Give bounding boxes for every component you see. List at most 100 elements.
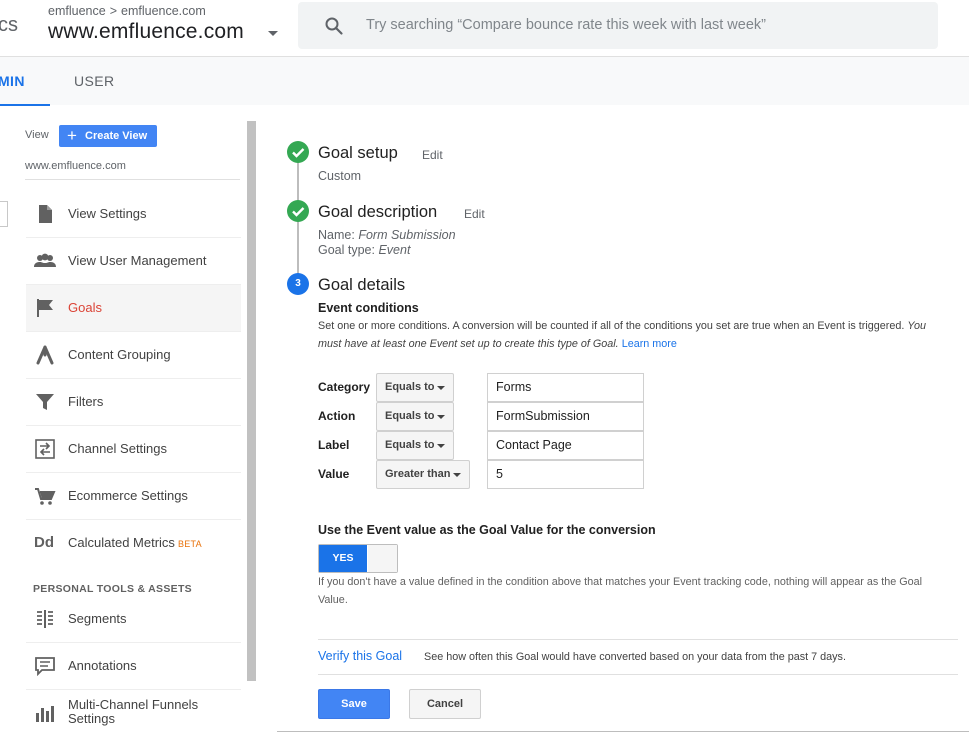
annotation-icon [35,657,55,676]
step-number-badge: 3 [287,273,309,295]
sidebar-item-label: Channel Settings [68,441,168,456]
learn-more-link[interactable]: Learn more [622,338,677,350]
step-connector [297,162,299,284]
sidebar-item-label: Content Grouping [68,347,171,362]
content-grouping-icon [36,345,54,365]
toggle-knob[interactable] [368,545,397,572]
caret-down-icon [453,473,461,477]
search-placeholder: Try searching “Compare bounce rate this … [366,17,766,33]
caret-down-icon [437,386,445,390]
sidebar-item-label-line1: Multi-Channel Funnels [68,697,199,712]
value-value-input[interactable]: 5 [487,460,644,489]
breadcrumb-property[interactable]: emfluence.com [121,4,206,18]
sidebar-item-filters[interactable]: Filters [26,379,241,426]
verify-goal-description: See how often this Goal would have conve… [424,651,846,663]
label-operator-value: Equals to [385,439,435,451]
sidebar-item-channel-settings[interactable]: Channel Settings [26,426,241,473]
goal-value-title: Use the Event value as the Goal Value fo… [318,523,656,537]
label-value-input[interactable]: Contact Page [487,431,644,460]
divider [25,179,240,180]
sidebar-item-label: Filters [68,394,104,409]
section-header-personal-tools: PERSONAL TOOLS & ASSETS [33,583,192,595]
step-title-goal-setup: Goal setup [318,144,398,162]
goal-setup-value: Custom [318,169,362,183]
beta-badge: BETA [177,539,202,549]
caret-down-icon [437,444,445,448]
view-selector-edge[interactable] [0,201,8,227]
sidebar-item-goals[interactable]: Goals [26,285,241,332]
property-selector[interactable]: www.emfluence.com [48,20,244,44]
bar-chart-icon [36,706,54,722]
edit-goal-description-link[interactable]: Edit [464,207,485,221]
app-name: cs [0,14,18,36]
sidebar-item-label: View Settings [68,206,147,221]
goal-name-label: Name: [318,228,355,242]
condition-label-category: Category [318,380,371,394]
goal-type-value: Event [378,243,411,257]
sidebar-scrollbar[interactable] [247,121,256,681]
category-operator-value: Equals to [385,381,435,393]
sidebar-item-text: Calculated Metrics [68,535,175,550]
breadcrumb-separator: > [109,4,117,18]
goal-type: Goal type: Event [318,243,410,257]
condition-label-label: Label [318,438,350,452]
divider [318,639,958,640]
condition-label-value: Value [318,467,350,481]
sidebar-item-view-settings[interactable]: View Settings [26,191,241,238]
value-operator-select[interactable]: Greater than [376,460,470,489]
dd-icon: Dd [34,534,54,551]
tab-user[interactable]: USER [74,57,115,106]
label-operator-select[interactable]: Equals to [376,431,454,460]
tab-admin[interactable]: MIN [0,57,50,106]
divider [318,674,958,675]
sidebar-item-label: Ecommerce Settings [68,488,188,503]
condition-label-action: Action [318,409,356,423]
goal-value-help-text: If you don't have a value defined in the… [318,576,923,606]
goal-name: Name: Form Submission [318,228,456,242]
value-operator-value: Greater than [385,468,451,480]
goal-value-toggle[interactable]: YES [318,544,398,573]
breadcrumb-account[interactable]: emfluence [48,4,106,18]
sidebar-item-view-user-management[interactable]: View User Management [26,238,241,285]
caret-down-icon[interactable] [268,31,278,36]
divider [277,731,969,732]
flag-icon [37,299,53,317]
event-conditions-description: Set one or more conditions. A conversion… [318,317,943,353]
search-bar[interactable]: Try searching “Compare bounce rate this … [298,2,938,49]
sidebar-item-annotations[interactable]: Annotations [26,643,241,690]
save-button[interactable]: Save [318,689,390,719]
view-label: View [25,129,49,141]
goal-name-value: Form Submission [358,228,456,242]
category-operator-select[interactable]: Equals to [376,373,454,402]
goal-type-label: Goal type: [318,243,375,257]
action-operator-select[interactable]: Equals to [376,402,454,431]
search-icon [325,17,343,35]
action-value-input[interactable]: FormSubmission [487,402,644,431]
step-complete-check [287,200,309,222]
channel-icon [35,439,55,459]
create-view-label: Create View [85,130,148,142]
top-header: cs emfluence > emfluence.com www.emfluence… [0,0,969,56]
cancel-button[interactable]: Cancel [409,689,481,719]
cart-icon [35,488,56,505]
sidebar-item-multi-channel-funnels-settings[interactable]: Multi-Channel Funnels Settings [26,690,241,736]
sidebar-item-ecommerce-settings[interactable]: Ecommerce Settings [26,473,241,520]
toggle-on-label: YES [319,545,367,572]
category-value-input[interactable]: Forms [487,373,644,402]
sidebar-item-segments[interactable]: Segments [26,596,241,643]
create-view-button[interactable]: + Create View [59,125,157,147]
sidebar-item-calculated-metrics[interactable]: Dd Calculated Metrics BETA [26,520,241,567]
people-icon [34,253,56,267]
plus-icon: + [67,126,77,145]
verify-goal-link[interactable]: Verify this Goal [318,649,402,663]
step-title-goal-description: Goal description [318,203,438,221]
edit-goal-setup-link[interactable]: Edit [422,148,443,162]
sidebar-item-label: Multi-Channel Funnels Settings [68,698,198,726]
document-icon [39,205,52,223]
breadcrumb[interactable]: emfluence > emfluence.com [48,4,206,18]
sidebar-item-label: Calculated Metrics BETA [68,535,202,550]
event-conditions-desc-text: Set one or more conditions. A conversion… [318,320,908,332]
sidebar-item-label: Segments [68,611,127,626]
sidebar-item-content-grouping[interactable]: Content Grouping [26,332,241,379]
sidebar-item-label: Goals [68,300,102,315]
